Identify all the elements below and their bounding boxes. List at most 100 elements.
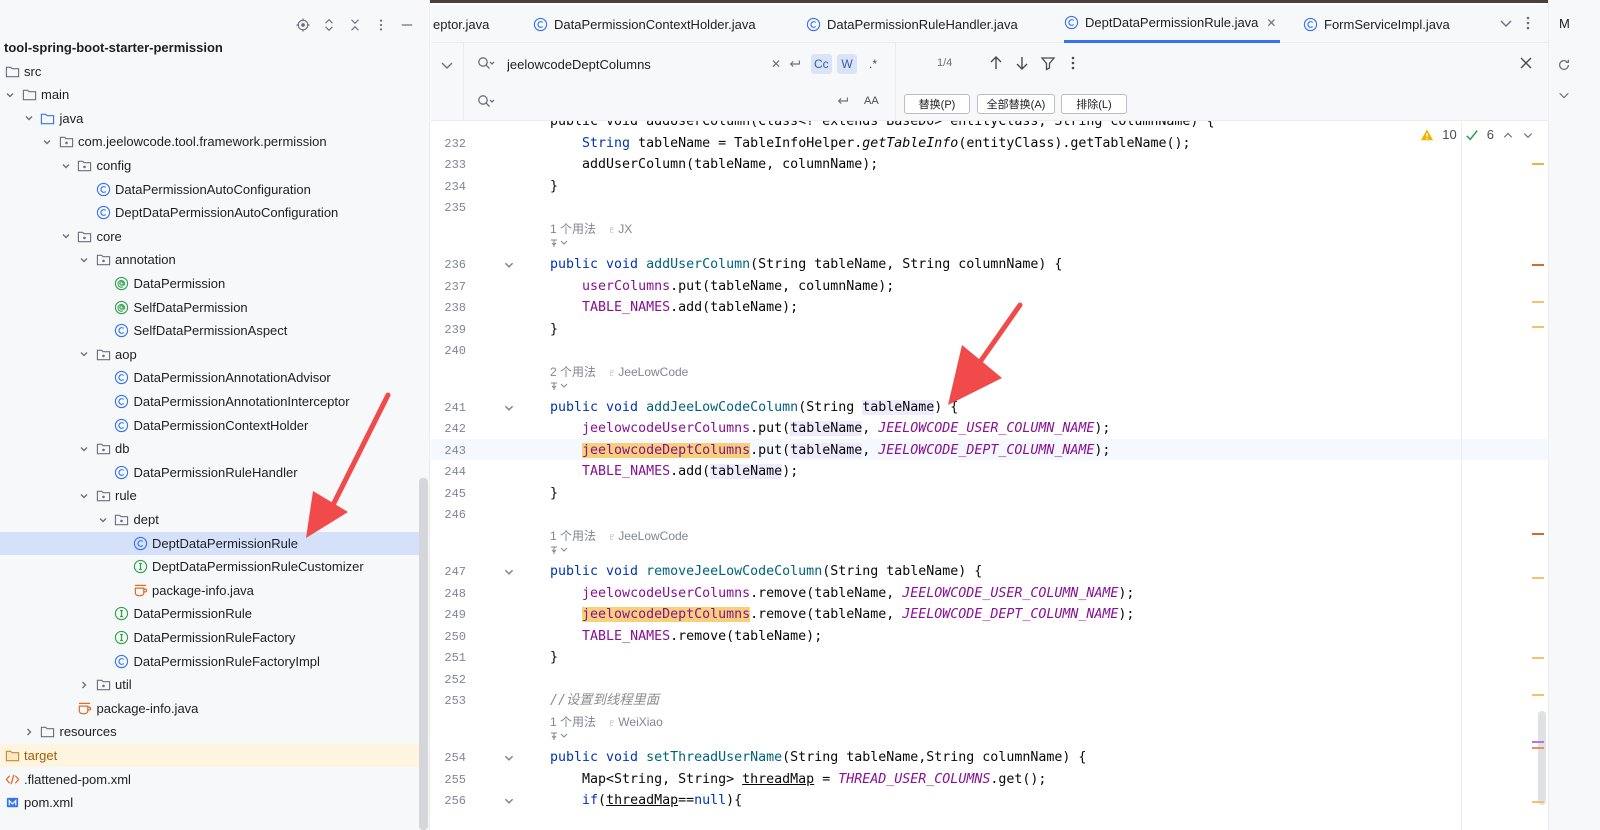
tree-item[interactable]: DataPermissionAnnotationInterceptor <box>0 390 420 413</box>
exclude-button[interactable]: 排除(L) <box>1061 94 1127 114</box>
chevron-down-icon[interactable] <box>78 254 90 266</box>
ai-assist-icon[interactable] <box>550 545 568 558</box>
chevron-down-icon[interactable] <box>4 89 16 101</box>
chevron-right-icon[interactable] <box>78 679 90 691</box>
whole-words-button[interactable]: W <box>837 54 857 74</box>
tree-item[interactable]: util <box>0 673 420 696</box>
fold-chevron-icon[interactable] <box>503 795 515 807</box>
inspection-widget[interactable]: 10 6 <box>1420 127 1534 142</box>
tree-item[interactable]: core <box>0 225 420 248</box>
tab-data-permission-rule-handler[interactable]: DataPermissionRuleHandler.java <box>806 5 1018 43</box>
close-tab-icon[interactable]: ✕ <box>1266 16 1276 30</box>
project-scrollbar[interactable] <box>419 478 428 830</box>
tree-item[interactable]: main <box>0 83 420 106</box>
chevron-down-icon[interactable] <box>97 514 109 526</box>
clear-search-icon[interactable]: ✕ <box>766 54 786 74</box>
replace-all-button[interactable]: 全部替换(A) <box>977 94 1055 114</box>
tree-item[interactable]: target <box>0 744 420 767</box>
tab-interceptor[interactable]: eptor.java <box>433 5 489 43</box>
tree-item[interactable]: resources <box>0 720 420 743</box>
chevron-down-icon[interactable] <box>23 112 35 124</box>
fold-chevron-icon[interactable] <box>503 752 515 764</box>
tree-item[interactable]: SelfDataPermission <box>0 296 420 319</box>
chevron-down-icon[interactable] <box>78 443 90 455</box>
tree-item[interactable]: DataPermissionContextHolder <box>0 414 420 437</box>
match-stripe[interactable] <box>1532 747 1544 749</box>
match-case-button[interactable]: Cc <box>811 54 832 74</box>
code-vision-hint[interactable]: 1 个用法 ♇ WeiXiao <box>550 714 663 730</box>
refresh-icon[interactable] <box>1557 58 1571 72</box>
next-match-icon[interactable] <box>1014 55 1030 71</box>
search-input[interactable] <box>507 53 757 75</box>
tree-item[interactable]: DeptDataPermissionAutoConfiguration <box>0 201 420 224</box>
usages-count[interactable]: 2 个用法 <box>550 365 596 379</box>
tree-item[interactable]: DataPermissionRuleHandler <box>0 461 420 484</box>
replace-input[interactable] <box>507 90 807 112</box>
warning-stripe[interactable] <box>1532 163 1544 165</box>
ai-assist-icon[interactable] <box>550 381 568 394</box>
warning-stripe[interactable] <box>1532 533 1544 535</box>
new-line-icon[interactable] <box>833 91 853 111</box>
chevron-down-icon[interactable] <box>60 160 72 172</box>
tree-item[interactable]: package-info.java <box>0 697 420 720</box>
tree-item[interactable]: db <box>0 437 420 460</box>
tab-dept-data-permission-rule[interactable]: DeptDataPermissionRule.java ✕ <box>1064 5 1281 43</box>
match-stripe[interactable] <box>1532 741 1544 743</box>
preserve-case-button[interactable]: AA <box>861 91 882 111</box>
tree-item[interactable]: aop <box>0 343 420 366</box>
tree-item[interactable]: DeptDataPermissionRule <box>0 531 420 555</box>
tree-item[interactable]: .flattened-pom.xml <box>0 768 420 791</box>
usages-count[interactable]: 1 个用法 <box>550 222 596 236</box>
tree-item[interactable]: DataPermissionRule <box>0 602 420 625</box>
tree-item[interactable]: DataPermissionAutoConfiguration <box>0 178 420 201</box>
tree-item[interactable]: DataPermissionAnnotationAdvisor <box>0 366 420 389</box>
chevron-down-icon[interactable] <box>78 490 90 502</box>
search-history-icon[interactable] <box>477 56 495 70</box>
tree-item[interactable]: annotation <box>0 248 420 271</box>
usages-count[interactable]: 1 个用法 <box>550 715 596 729</box>
chevron-right-icon[interactable] <box>23 726 35 738</box>
code-vision-hint[interactable]: 1 个用法 ♇ JX <box>550 221 632 237</box>
tree-item[interactable]: config <box>0 154 420 177</box>
tree-item[interactable]: DataPermissionRuleFactoryImpl <box>0 650 420 673</box>
fold-chevron-icon[interactable] <box>503 566 515 578</box>
filter-icon[interactable] <box>1040 55 1056 71</box>
previous-match-icon[interactable] <box>988 55 1004 71</box>
chevron-down-icon[interactable] <box>1557 88 1571 102</box>
collapse-all-icon[interactable] <box>347 17 363 33</box>
chevron-up-icon[interactable] <box>1502 129 1514 141</box>
replace-history-icon[interactable] <box>477 94 495 108</box>
tree-item[interactable]: DeptDataPermissionRuleCustomizer <box>0 555 420 578</box>
tree-item[interactable]: dept <box>0 508 420 531</box>
more-options-icon[interactable] <box>1065 55 1081 71</box>
tree-item[interactable]: java <box>0 107 420 130</box>
tab-data-permission-context-holder[interactable]: DataPermissionContextHolder.java <box>533 5 756 43</box>
tree-item[interactable]: DataPermissionRuleFactory <box>0 626 420 649</box>
ai-assist-icon[interactable] <box>550 238 568 251</box>
warning-stripe[interactable] <box>1532 657 1544 659</box>
tree-item[interactable]: DataPermission <box>0 272 420 295</box>
maven-tool-label[interactable]: M <box>1559 16 1570 31</box>
tree-item[interactable]: com.jeelowcode.tool.framework.permission <box>0 130 420 153</box>
tree-item[interactable]: tool-spring-boot-starter-permission <box>0 36 420 59</box>
warning-stripe[interactable] <box>1532 801 1544 803</box>
replace-button[interactable]: 替换(P) <box>904 94 970 114</box>
tree-item[interactable]: SelfDataPermissionAspect <box>0 319 420 342</box>
tab-form-service-impl[interactable]: FormServiceImpl.java <box>1303 5 1450 43</box>
regex-button[interactable]: .* <box>863 54 883 74</box>
close-icon[interactable] <box>1518 55 1534 71</box>
editor-scrollbar[interactable] <box>1538 711 1546 805</box>
chevron-down-icon[interactable] <box>1498 15 1514 31</box>
fold-chevron-icon[interactable] <box>503 259 515 271</box>
chevron-down-icon[interactable] <box>1522 129 1534 141</box>
tree-item[interactable]: rule <box>0 484 420 507</box>
code-vision-hint[interactable]: 1 个用法 ♇ JeeLowCode <box>550 528 688 544</box>
tree-item[interactable]: src <box>0 60 420 83</box>
hide-panel-icon[interactable] <box>399 17 415 33</box>
chevron-down-icon[interactable] <box>78 348 90 360</box>
new-line-icon[interactable] <box>785 54 805 74</box>
toggle-replace-icon[interactable] <box>439 57 455 73</box>
warning-stripe[interactable] <box>1532 577 1544 579</box>
more-options-icon[interactable] <box>373 17 389 33</box>
chevron-down-icon[interactable] <box>41 136 53 148</box>
